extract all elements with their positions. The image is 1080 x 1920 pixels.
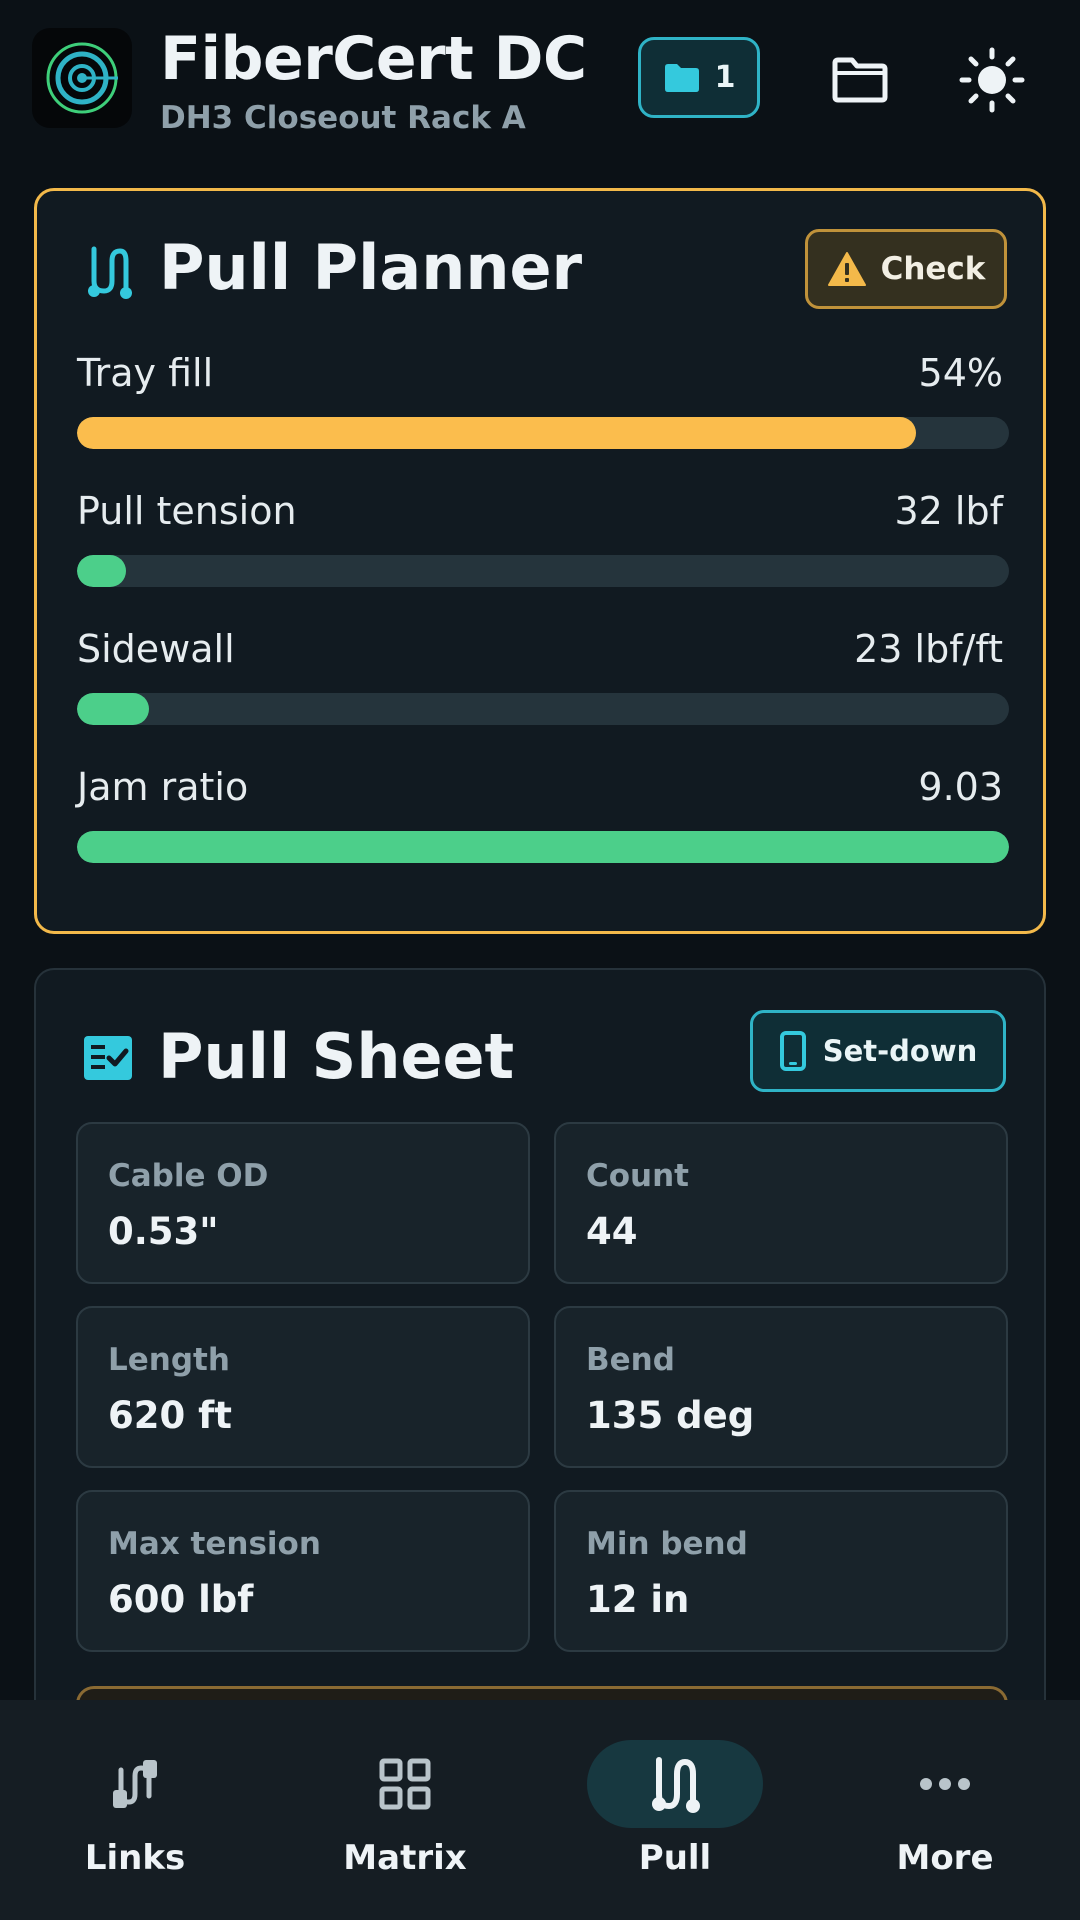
spec-tile: Max tension 600 lbf [76, 1490, 530, 1652]
tray-fill-bar [77, 417, 1009, 449]
spec-tile: Length 620 ft [76, 1306, 530, 1468]
phone-icon [779, 1031, 806, 1071]
metric-label: Jam ratio [77, 765, 249, 809]
planner-title: Pull Planner [159, 231, 583, 304]
nav-item-links[interactable]: Links [0, 1700, 270, 1920]
metric-label: Tray fill [77, 351, 214, 395]
checklist-icon [78, 1028, 138, 1088]
spec-tile: Cable OD 0.53" [76, 1122, 530, 1284]
bar-fill [77, 417, 916, 449]
check-button-label: Check [880, 251, 986, 287]
bar-fill [77, 831, 1009, 863]
metric-value: 9.03 [918, 765, 1003, 809]
folder-filled-icon [664, 63, 699, 92]
spec-tile: Bend 135 deg [554, 1306, 1008, 1468]
pull-tension-bar [77, 555, 1009, 587]
nav-label-more: More [896, 1838, 994, 1878]
pull-planner-card: Pull Planner Check Tray fill 54% Pull te… [34, 188, 1046, 934]
app-header: FiberCert DC DH3 Closeout Rack A 1 [0, 0, 1080, 160]
cable-route-icon [79, 241, 139, 301]
bottom-nav: Links Matrix Pull More [0, 1700, 1080, 1920]
nav-item-matrix[interactable]: Matrix [270, 1700, 540, 1920]
tile-value: 620 ft [108, 1394, 232, 1437]
project-count-badge: 1 [714, 60, 736, 95]
tile-label: Cable OD [108, 1158, 269, 1194]
sidewall-bar [77, 693, 1009, 725]
bar-fill [77, 555, 127, 587]
jam-ratio-bar [77, 831, 1009, 863]
nav-label-pull: Pull [638, 1838, 712, 1878]
tile-label: Bend [586, 1342, 675, 1378]
cable-route-icon [587, 1740, 763, 1828]
nav-item-more[interactable]: More [810, 1700, 1080, 1920]
tile-label: Length [108, 1342, 230, 1378]
set-down-label: Set-down [822, 1034, 978, 1068]
tile-value: 600 lbf [108, 1578, 254, 1621]
sheet-title: Pull Sheet [158, 1020, 515, 1093]
spec-tile: Count 44 [554, 1122, 1008, 1284]
metric-label: Pull tension [77, 489, 297, 533]
spec-tile: Min bend 12 in [554, 1490, 1008, 1652]
tile-value: 44 [586, 1210, 638, 1253]
sun-icon[interactable] [952, 40, 1032, 120]
metric-value: 23 lbf/ft [854, 627, 1003, 671]
project-subtitle: DH3 Closeout Rack A [160, 100, 526, 136]
tile-value: 12 in [586, 1578, 690, 1621]
bar-fill [77, 693, 149, 725]
cable-links-icon [47, 1740, 223, 1828]
pull-sheet-card: Pull Sheet Set-down Cable OD 0.53" Count… [34, 968, 1046, 1728]
check-button[interactable]: Check [805, 229, 1007, 309]
app-title: FiberCert DC [160, 24, 587, 94]
more-dots-icon [857, 1740, 1033, 1828]
tile-label: Max tension [108, 1526, 321, 1562]
folder-outline-icon[interactable] [820, 40, 900, 120]
tile-value: 135 deg [586, 1394, 755, 1437]
metric-label: Sidewall [77, 627, 235, 671]
grid-icon [317, 1740, 493, 1828]
nav-item-pull[interactable]: Pull [540, 1700, 810, 1920]
metric-value: 32 lbf [894, 489, 1004, 533]
open-projects-button[interactable]: 1 [638, 37, 760, 118]
nav-label-links: Links [84, 1838, 186, 1878]
warning-icon [827, 252, 866, 286]
metric-value: 54% [918, 351, 1003, 395]
nav-label-matrix: Matrix [343, 1838, 467, 1878]
logo-target-icon [32, 28, 132, 128]
tile-value: 0.53" [108, 1210, 219, 1253]
tile-label: Count [586, 1158, 690, 1194]
tile-label: Min bend [586, 1526, 748, 1562]
set-down-button[interactable]: Set-down [750, 1010, 1006, 1092]
